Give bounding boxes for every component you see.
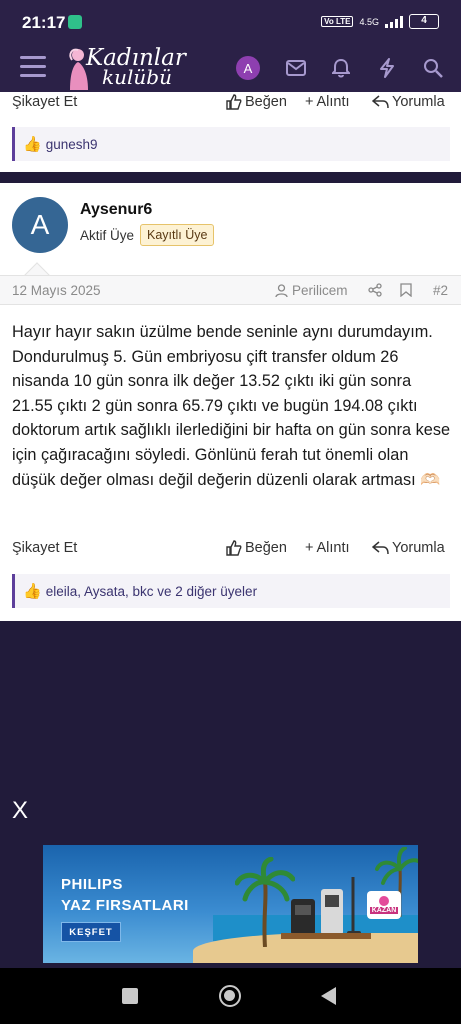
share-icon[interactable]: [368, 283, 382, 300]
plus-icon: +: [305, 94, 314, 110]
quote-button[interactable]: + Alıntı: [305, 94, 350, 110]
status-bar: 21:17 Vo LTE 4.5G 4: [0, 0, 461, 44]
home-icon[interactable]: [219, 985, 241, 1007]
logo-text-2: kulübü: [102, 65, 172, 89]
post-2: A Aysenur6 Aktif Üye Kayıtlı Üye 12 Mayı…: [0, 183, 461, 621]
site-logo[interactable]: Kadınlar kulübü: [64, 45, 186, 90]
bookmark-icon[interactable]: [400, 283, 412, 300]
report-link[interactable]: Şikayet Et: [12, 540, 77, 556]
reply-icon: [372, 95, 389, 109]
like-button[interactable]: Beğen: [226, 94, 287, 110]
plus-icon: +: [305, 540, 314, 556]
post-2-actions: Şikayet Et Beğen + Alıntı Yorumla: [0, 538, 461, 562]
author-avatar[interactable]: A: [12, 197, 68, 253]
like-button[interactable]: Beğen: [226, 540, 287, 556]
user-icon: [275, 283, 288, 297]
reaction-users: gunesh9: [45, 136, 98, 152]
post-meta: 12 Mayıs 2025 Perilicem #2: [0, 275, 461, 305]
battery-level: 4: [421, 15, 427, 26]
system-nav-bar: [0, 968, 461, 1024]
post-1-actions: Şikayet Et Beğen + Alıntı Yorumla: [0, 92, 461, 116]
ad-brand: PHILIPS: [61, 876, 123, 893]
ad-headline: YAZ FIRSATLARI: [61, 897, 189, 914]
shield-icon: [68, 15, 82, 29]
mail-icon[interactable]: [282, 54, 310, 82]
reply-label: Yorumla: [392, 540, 445, 556]
reactions-bar[interactable]: 👍 gunesh9: [12, 127, 450, 161]
signal-icon: [385, 15, 403, 28]
post-number[interactable]: #2: [433, 283, 448, 298]
back-icon[interactable]: [321, 987, 336, 1005]
quote-label: Alıntı: [316, 540, 350, 556]
mention-link[interactable]: Perilicem: [275, 283, 348, 298]
report-link[interactable]: Şikayet Et: [12, 94, 77, 110]
app-header: Kadınlar kulübü A: [0, 44, 461, 92]
reply-button[interactable]: Yorumla: [372, 94, 445, 110]
volte-icon: Vo LTE: [321, 16, 354, 27]
post-1: Şikayet Et Beğen + Alıntı Yorumla 👍 gune…: [0, 92, 461, 172]
author-username[interactable]: Aysenur6: [80, 201, 152, 219]
reactions-bar[interactable]: 👍 eleila, Aysata, bkc ve 2 diğer üyeler: [12, 574, 450, 608]
thread-content: Şikayet Et Beğen + Alıntı Yorumla 👍 gune…: [0, 92, 461, 968]
ad-close-button[interactable]: X: [12, 797, 28, 825]
ad-banner[interactable]: PHILIPS YAZ FIRSATLARI KEŞFET KAZAN: [43, 845, 418, 963]
user-avatar[interactable]: A: [234, 54, 262, 82]
mention-name: Perilicem: [292, 283, 348, 298]
reply-icon: [372, 541, 389, 555]
like-reaction-icon: 👍: [23, 583, 42, 600]
search-icon[interactable]: [419, 54, 447, 82]
like-reaction-icon: 👍: [23, 136, 42, 153]
ad-cta-button[interactable]: KEŞFET: [61, 922, 121, 942]
bell-icon[interactable]: [327, 54, 355, 82]
post-date[interactable]: 12 Mayıs 2025: [12, 283, 101, 298]
bolt-icon[interactable]: [373, 54, 401, 82]
reply-button[interactable]: Yorumla: [372, 540, 445, 556]
ad-badge-icon: [379, 896, 389, 906]
quote-label: Alıntı: [316, 94, 350, 110]
thumb-icon: [226, 540, 242, 556]
avatar: A: [236, 56, 260, 80]
reply-label: Yorumla: [392, 94, 445, 110]
thumb-icon: [226, 94, 242, 110]
recent-apps-icon[interactable]: [122, 988, 138, 1004]
author-badge: Kayıtlı Üye: [140, 224, 215, 246]
author-role: Aktif Üye: [80, 228, 135, 243]
like-label: Beğen: [245, 94, 287, 110]
battery-icon: 4: [409, 14, 439, 29]
network-type: 4.5G: [359, 16, 379, 27]
status-time: 21:17: [22, 13, 66, 32]
ad-badge: KAZAN: [367, 891, 401, 919]
like-label: Beğen: [245, 540, 287, 556]
post-author-header: A Aysenur6 Aktif Üye Kayıtlı Üye: [0, 183, 461, 288]
menu-icon[interactable]: [20, 56, 46, 78]
post-body: Hayır hayır sakın üzülme bende seninle a…: [12, 323, 451, 489]
ad-badge-label: KAZAN: [369, 907, 399, 914]
reaction-users: eleila, Aysata, bkc ve 2 diğer üyeler: [45, 583, 258, 599]
status-indicators: Vo LTE 4.5G 4: [321, 14, 439, 29]
appliances-icon: [281, 877, 371, 939]
quote-button[interactable]: + Alıntı: [305, 540, 350, 556]
